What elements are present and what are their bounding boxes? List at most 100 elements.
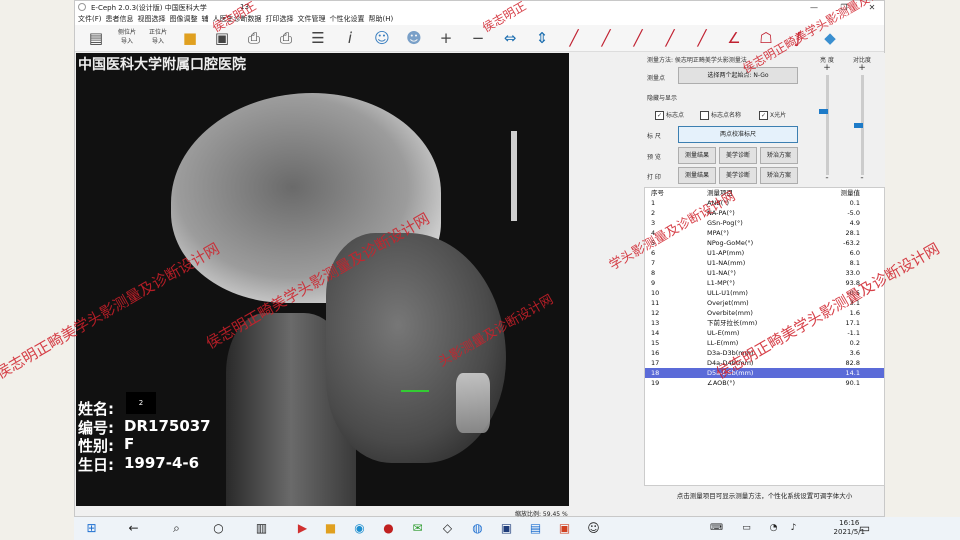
- notification-icon[interactable]: ▭: [857, 521, 872, 536]
- back-arrow-icon[interactable]: ←: [126, 521, 141, 536]
- table-row[interactable]: 18 D5a-D5b(mm) 14.1: [645, 368, 884, 378]
- table-row[interactable]: 1 ANB(°) 0.1: [645, 198, 884, 208]
- brightness-thumb[interactable]: [819, 109, 828, 114]
- folder-icon[interactable]: ■: [179, 27, 201, 49]
- xray-checkbox[interactable]: ✓ X光片: [759, 110, 786, 120]
- angle-tool-icon[interactable]: ∠: [723, 27, 745, 49]
- frontal-import-button[interactable]: 正位片 导入: [143, 28, 173, 46]
- app-icon-1[interactable]: ▶: [295, 521, 310, 536]
- table-row[interactable]: 19 ∠AOB(°) 90.1: [645, 378, 884, 388]
- new-document-icon[interactable]: ▤: [85, 27, 107, 49]
- row-item: ULL-U1(mm): [707, 289, 748, 297]
- print-icon[interactable]: ⎙: [243, 27, 265, 49]
- row-value: 3.6: [849, 349, 860, 357]
- app-icon-2[interactable]: ◇: [440, 521, 455, 536]
- line-tool-2-icon[interactable]: ╱: [595, 27, 617, 49]
- calibrate-ruler-button[interactable]: 两点校准标尺: [678, 126, 798, 143]
- app-icon-5[interactable]: ☺: [586, 521, 601, 536]
- table-row[interactable]: 13 下前牙拉长(mm) 17.1: [645, 318, 884, 328]
- row-item: U1-NA(mm): [707, 259, 746, 267]
- table-row[interactable]: 5 NPog-GoMe(°) -63.2: [645, 238, 884, 248]
- row-index: 10: [651, 289, 660, 297]
- line-tool-3-icon[interactable]: ╱: [627, 27, 649, 49]
- method-label: 测量方法: 侯志明正畸美学头影测量法: [647, 57, 747, 64]
- brightness-plus[interactable]: +: [817, 63, 837, 73]
- fit-height-icon[interactable]: ⇕: [531, 27, 553, 49]
- line-tool-1-icon[interactable]: ╱: [563, 27, 585, 49]
- preview-result-button[interactable]: 测量结果: [678, 147, 716, 164]
- table-header: 序号 测量项目 测量值: [645, 188, 884, 198]
- xray-checkbox-label: X光片: [770, 112, 787, 119]
- brightness-track: [826, 75, 829, 175]
- row-value: 4.9: [849, 219, 860, 227]
- zoom-in-icon[interactable]: +: [435, 27, 457, 49]
- flash-icon[interactable]: ●: [381, 521, 396, 536]
- table-row[interactable]: 8 U1-NA(°) 33.0: [645, 268, 884, 278]
- brightness-minus[interactable]: -: [817, 173, 837, 183]
- face-profile-icon[interactable]: ☺: [371, 27, 393, 49]
- info-icon[interactable]: i: [339, 27, 361, 49]
- row-value: 8.1: [849, 259, 860, 267]
- table-row[interactable]: 17 D4a-D4b(mm) 82.8: [645, 358, 884, 368]
- marker-checkbox[interactable]: ✓ 标志点: [655, 110, 684, 120]
- search-icon[interactable]: ⌕: [169, 521, 184, 536]
- row-value: -5.0: [847, 209, 860, 217]
- preview-aesthetic-button[interactable]: 美学诊断: [719, 147, 757, 164]
- keyboard-icon[interactable]: ⌨: [709, 521, 724, 536]
- print-aesthetic-button[interactable]: 美学诊断: [719, 167, 757, 184]
- row-index: 13: [651, 319, 660, 327]
- print-plan-button[interactable]: 矫治方案: [760, 167, 798, 184]
- select-points-button[interactable]: 选择两个起始点: N-Go: [678, 67, 798, 84]
- photoshop-icon[interactable]: ▣: [499, 521, 514, 536]
- print-all-icon[interactable]: ⎙: [275, 27, 297, 49]
- app-icon-3[interactable]: ◍: [470, 521, 485, 536]
- menu-help[interactable]: 帮助(H): [369, 14, 394, 25]
- list-icon[interactable]: ☰: [307, 27, 329, 49]
- menu-view[interactable]: 视图选择: [138, 14, 166, 25]
- control-panel: 测量方法: 侯志明正畸美学头影测量法 测量点 选择两个起始点: N-Go 隐藏与…: [644, 53, 885, 189]
- menu-files[interactable]: 文件管理: [298, 14, 326, 25]
- frontal-face-icon[interactable]: ☻: [403, 27, 425, 49]
- sex-value: F: [124, 435, 135, 453]
- line-tool-4-icon[interactable]: ╱: [659, 27, 681, 49]
- ruler-label: 标 尺: [647, 133, 661, 140]
- row-index: 14: [651, 329, 660, 337]
- wifi-icon[interactable]: ◔: [766, 521, 781, 536]
- menu-image[interactable]: 图像调整: [170, 14, 198, 25]
- file-explorer-icon[interactable]: ■: [323, 521, 338, 536]
- menu-patient[interactable]: 患者信息: [106, 14, 134, 25]
- volume-icon[interactable]: ♪: [786, 521, 801, 536]
- row-index: 9: [651, 279, 656, 287]
- battery-icon[interactable]: ▭: [739, 521, 754, 536]
- row-index: 17: [651, 359, 660, 367]
- line-tool-5-icon[interactable]: ╱: [691, 27, 713, 49]
- menu-print[interactable]: 打印选择: [266, 14, 294, 25]
- app-icon-4[interactable]: ▤: [528, 521, 543, 536]
- table-row[interactable]: 6 U1-AP(mm) 6.0: [645, 248, 884, 258]
- fit-width-icon[interactable]: ⇔: [499, 27, 521, 49]
- wechat-icon[interactable]: ✉: [410, 521, 425, 536]
- contrast-slider[interactable]: 对比度 + -: [852, 53, 872, 187]
- task-view-icon[interactable]: ▥: [254, 521, 269, 536]
- table-row[interactable]: 7 U1-NA(mm) 8.1: [645, 258, 884, 268]
- marker-name-checkbox[interactable]: 标志点名称: [700, 110, 741, 120]
- measurement-line: [401, 390, 429, 392]
- windows-start-icon[interactable]: ⊞: [84, 521, 99, 536]
- contrast-minus[interactable]: -: [852, 173, 872, 183]
- menu-file[interactable]: 文件(F): [78, 14, 102, 25]
- row-value: -1.1: [847, 329, 860, 337]
- brightness-slider[interactable]: 亮 度 + -: [817, 53, 837, 187]
- menu-aux[interactable]: 辅: [202, 14, 209, 25]
- menu-settings[interactable]: 个性化设置: [330, 14, 365, 25]
- print-result-button[interactable]: 测量结果: [678, 167, 716, 184]
- lateral-import-button[interactable]: 侧位片 导入: [112, 28, 142, 46]
- row-index: 1: [651, 199, 656, 207]
- edge-icon[interactable]: ◉: [352, 521, 367, 536]
- cortana-icon[interactable]: ○: [211, 521, 226, 536]
- minimize-button[interactable]: —: [802, 1, 826, 14]
- preview-plan-button[interactable]: 矫治方案: [760, 147, 798, 164]
- powerpoint-icon[interactable]: ▣: [557, 521, 572, 536]
- contrast-plus[interactable]: +: [852, 63, 872, 73]
- dob-label: 生日:: [78, 456, 114, 474]
- contrast-thumb[interactable]: [854, 123, 863, 128]
